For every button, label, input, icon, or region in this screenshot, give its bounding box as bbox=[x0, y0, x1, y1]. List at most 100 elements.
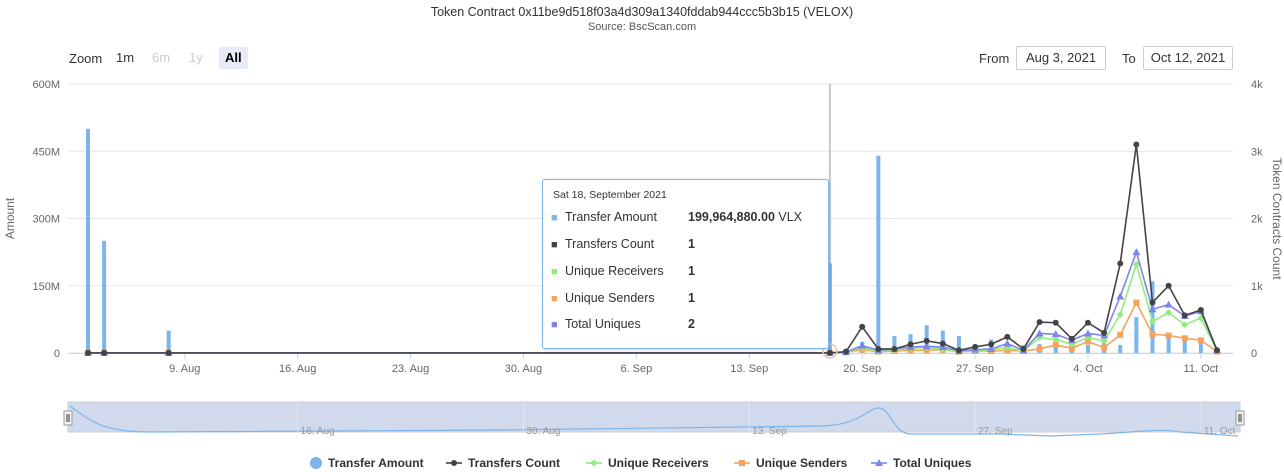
line-point bbox=[165, 349, 172, 356]
line-point bbox=[1020, 345, 1027, 352]
line-point bbox=[1101, 344, 1108, 351]
y-axis-title: Amount bbox=[3, 197, 17, 239]
navigator-label: 11. Oct bbox=[1204, 426, 1236, 437]
line-point bbox=[85, 349, 91, 356]
bar-transfer-amount bbox=[1198, 341, 1203, 353]
bar-transfer-amount bbox=[876, 155, 881, 353]
tooltip-value-text: 2 bbox=[688, 317, 695, 331]
tooltip-value-text: 199,964,880.00 bbox=[688, 210, 775, 224]
legend-item-transfer-amount[interactable]: Transfer Amount bbox=[310, 456, 424, 470]
bar-transfer-amount bbox=[1182, 339, 1187, 353]
legend-item-unique-senders[interactable]: Unique Senders bbox=[734, 456, 848, 470]
tooltip-row: ■ Total Uniques 2 bbox=[551, 317, 695, 335]
line-point bbox=[1148, 317, 1156, 325]
x-tick-label: 11. Oct bbox=[1184, 363, 1219, 375]
line-point bbox=[858, 341, 867, 349]
legend-item-transfers-count[interactable]: Transfers Count bbox=[446, 456, 560, 470]
line-point bbox=[843, 348, 850, 355]
line-point bbox=[1101, 329, 1108, 336]
tooltip-row: ■ Transfer Amount 199,964,880.00 VLX bbox=[551, 210, 802, 228]
legend-marker bbox=[590, 459, 598, 467]
tooltip-series-marker-icon: ■ bbox=[551, 319, 558, 331]
y-tick-label: 0 bbox=[54, 348, 60, 360]
navigator-left-handle[interactable] bbox=[63, 410, 73, 426]
line-point bbox=[907, 341, 914, 348]
line-point bbox=[891, 345, 898, 352]
line-point bbox=[1117, 260, 1124, 267]
line-point bbox=[1132, 248, 1141, 256]
tooltip-series-value: 1 bbox=[688, 237, 695, 251]
x-tick-label: 13. Sep bbox=[730, 363, 768, 375]
y-tick-label: 600M bbox=[32, 79, 60, 91]
line-point bbox=[1133, 299, 1140, 306]
tooltip-value-unit: VLX bbox=[778, 210, 803, 224]
legend-bar-symbol bbox=[310, 457, 322, 469]
bar-transfer-amount bbox=[102, 240, 107, 353]
y-tick-label: 450M bbox=[32, 146, 60, 158]
legend-label: Transfers Count bbox=[468, 456, 560, 470]
tooltip-series-marker-icon: ■ bbox=[551, 239, 558, 251]
line-point bbox=[1003, 339, 1012, 347]
tooltip-series-value: 2 bbox=[688, 317, 695, 331]
line-point bbox=[1197, 306, 1204, 313]
tooltip-row: ■ Unique Senders 1 bbox=[551, 291, 695, 309]
legend-marker bbox=[451, 460, 457, 466]
legend-item-total-uniques[interactable]: Total Uniques bbox=[871, 456, 972, 470]
y2-tick-label: 3k bbox=[1251, 146, 1263, 158]
tooltip-value-text: 1 bbox=[688, 291, 695, 305]
tooltip-series-label: Total Uniques bbox=[565, 317, 641, 331]
line-point bbox=[1083, 329, 1092, 337]
line-point bbox=[1214, 347, 1220, 354]
line-point bbox=[1116, 292, 1125, 300]
line-point bbox=[1068, 335, 1075, 342]
y2-axis-title: Token Contracts Count bbox=[1270, 157, 1284, 280]
line-point bbox=[988, 341, 995, 348]
tooltip-series-label: Transfer Amount bbox=[565, 210, 657, 224]
line-point bbox=[1036, 345, 1043, 352]
line-point bbox=[923, 337, 930, 344]
tooltip-row: ■ Unique Receivers 1 bbox=[551, 264, 695, 282]
legend-label: Unique Receivers bbox=[608, 456, 709, 470]
legend-item-unique-receivers[interactable]: Unique Receivers bbox=[586, 456, 709, 470]
bar-transfer-amount bbox=[1118, 344, 1123, 353]
navigator-label: 27. Sep bbox=[978, 426, 1013, 437]
line-point bbox=[939, 340, 946, 347]
navigator-label: 13. Sep bbox=[752, 426, 787, 437]
line-point bbox=[1133, 141, 1140, 148]
line-point bbox=[101, 349, 108, 356]
x-tick-label: 23. Aug bbox=[392, 363, 429, 375]
tooltip-value-text: 1 bbox=[688, 264, 695, 278]
line-point bbox=[1197, 337, 1204, 344]
tooltip-date: Sat 18, September 2021 bbox=[553, 189, 667, 201]
tooltip-series-value: 1 bbox=[688, 264, 695, 278]
bar-transfer-amount bbox=[1085, 344, 1090, 353]
line-point bbox=[1036, 319, 1043, 326]
tooltip-row: ■ Transfers Count 1 bbox=[551, 237, 695, 255]
legend-label: Transfer Amount bbox=[328, 456, 424, 470]
tooltip-series-marker-icon: ■ bbox=[551, 266, 558, 278]
y2-tick-label: 2k bbox=[1251, 214, 1263, 226]
bar-transfer-amount bbox=[86, 128, 90, 353]
tooltip-series-marker-icon: ■ bbox=[551, 212, 558, 224]
line-point bbox=[1117, 331, 1124, 338]
tooltip: Sat 18, September 2021 ■ Transfer Amount 1… bbox=[542, 179, 829, 349]
line-point bbox=[1052, 319, 1059, 326]
line-point bbox=[1165, 332, 1172, 339]
line-point bbox=[1165, 282, 1172, 289]
y-tick-label: 150M bbox=[32, 281, 60, 293]
line-point bbox=[875, 345, 882, 352]
tooltip-series-label: Unique Senders bbox=[565, 291, 655, 305]
line-point bbox=[1181, 312, 1188, 319]
x-tick-label: 6. Sep bbox=[620, 363, 652, 375]
navigator-right-handle[interactable] bbox=[1235, 410, 1245, 426]
line-point bbox=[859, 323, 866, 330]
x-tick-label: 30. Aug bbox=[505, 363, 542, 375]
x-tick-label: 4. Oct bbox=[1073, 363, 1102, 375]
bar-transfer-amount bbox=[1134, 317, 1139, 353]
tooltip-series-value: 1 bbox=[688, 291, 695, 305]
line-point bbox=[1149, 299, 1156, 306]
tooltip-series-value: 199,964,880.00 VLX bbox=[688, 210, 802, 224]
legend-label: Total Uniques bbox=[893, 456, 972, 470]
line-point bbox=[955, 347, 962, 354]
line-point bbox=[1181, 335, 1188, 342]
